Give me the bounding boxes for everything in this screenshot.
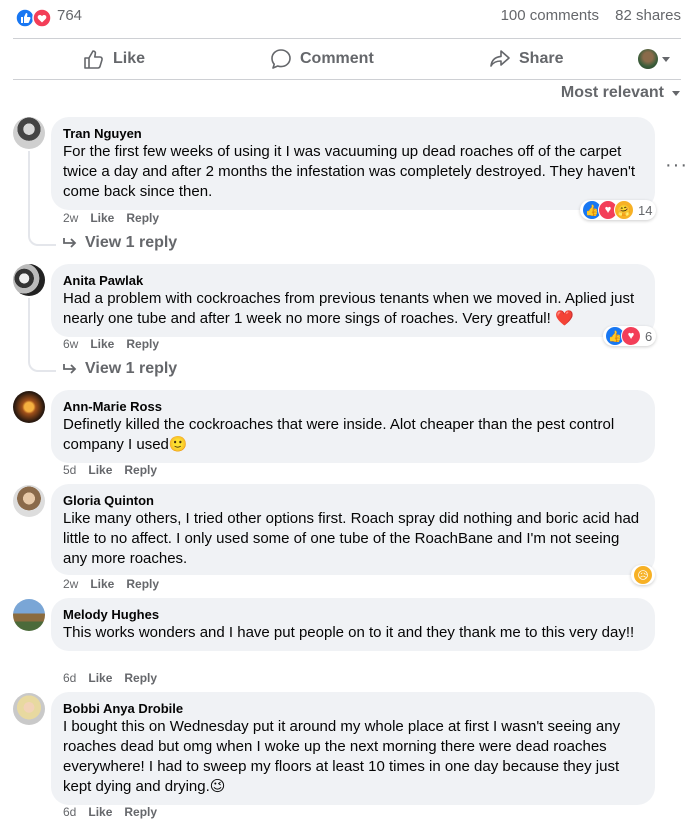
comment-reply-button[interactable]: Reply — [124, 671, 157, 685]
comment-reply-button[interactable]: Reply — [124, 805, 157, 819]
care-icon: 🤗 — [614, 200, 634, 220]
comment-text: Like many others, I tried other options … — [63, 510, 640, 567]
sort-label: Most relevant — [560, 84, 664, 101]
comment-like-button[interactable]: Like — [88, 671, 112, 685]
like-button[interactable]: Like — [83, 39, 145, 79]
thumbs-up-icon — [84, 50, 103, 69]
comments-count[interactable]: 100 comments — [501, 7, 599, 24]
comment-time[interactable]: 6d — [63, 671, 76, 685]
post-actions: Like Comment Share — [13, 39, 681, 79]
thread-line — [28, 151, 30, 230]
reaction-count[interactable]: 764 — [57, 7, 82, 24]
thread-connector — [28, 356, 56, 372]
comment-text: I bought this on Wednesday put it around… — [63, 718, 621, 795]
comment-reply-button[interactable]: Reply — [124, 463, 157, 477]
comment-bubble: Tran Nguyen For the first few weeks of u… — [51, 117, 655, 210]
comment-author[interactable]: Tran Nguyen — [63, 125, 643, 142]
view-replies-button[interactable]: View 1 reply — [63, 234, 177, 252]
sort-dropdown[interactable]: Most relevant — [561, 84, 680, 102]
comment-text: For the first few weeks of using it I wa… — [63, 143, 636, 200]
comment-time[interactable]: 6d — [63, 805, 76, 819]
comment-reply-button[interactable]: Reply — [126, 211, 159, 225]
comment-time[interactable]: 2w — [63, 577, 78, 591]
thread-line — [28, 298, 30, 356]
comment-reactions[interactable]: 👍 ♥ 6 — [603, 326, 657, 346]
comment-like-button[interactable]: Like — [90, 337, 114, 351]
chevron-down-icon — [672, 90, 680, 96]
more-options-icon[interactable]: ··· — [665, 154, 688, 177]
comment-author[interactable]: Melody Hughes — [63, 606, 643, 623]
comment-meta: 5d Like Reply — [63, 463, 169, 477]
reaction-count: 14 — [638, 202, 653, 218]
comment-text: Definetly killed the cockroaches that we… — [63, 416, 615, 453]
post-stats-bar: 764 100 comments 82 shares — [0, 0, 695, 36]
comment-label: Comment — [300, 50, 374, 67]
reaction-icons[interactable] — [15, 8, 53, 28]
comment-bubble: Anita Pawlak Had a problem with cockroac… — [51, 264, 655, 337]
avatar — [638, 49, 658, 69]
share-label: Share — [519, 50, 564, 67]
reply-arrow-icon — [63, 238, 77, 248]
comment-bubble: Ann-Marie Ross Definetly killed the cock… — [51, 390, 655, 463]
comment-text: This works wonders and I have put people… — [63, 624, 635, 641]
avatar[interactable] — [13, 485, 45, 517]
comment-like-button[interactable]: Like — [90, 577, 114, 591]
share-button[interactable]: Share — [489, 39, 563, 79]
view-replies-button[interactable]: View 1 reply — [63, 360, 177, 378]
comment-time[interactable]: 6w — [63, 337, 78, 351]
comment-like-button[interactable]: Like — [88, 805, 112, 819]
thread-connector — [28, 230, 56, 246]
comment-bubble: Bobbi Anya Drobile I bought this on Wedn… — [51, 692, 655, 805]
profile-selector[interactable] — [638, 49, 670, 69]
avatar[interactable] — [13, 391, 45, 423]
comment-bubble: Gloria Quinton Like many others, I tried… — [51, 484, 655, 575]
avatar[interactable] — [13, 693, 45, 725]
comment-author[interactable]: Anita Pawlak — [63, 272, 643, 289]
avatar[interactable] — [13, 264, 45, 296]
comment-reactions[interactable]: 👍 ♥ 🤗 14 — [580, 200, 657, 220]
comment-meta: 6d Like Reply — [63, 805, 169, 819]
comment-meta: 2w Like Reply — [63, 211, 171, 225]
comment-reply-button[interactable]: Reply — [126, 577, 159, 591]
share-icon — [490, 50, 510, 67]
love-icon: ♥ — [621, 326, 641, 346]
comment-like-button[interactable]: Like — [88, 463, 112, 477]
comment-meta: 6d Like Reply — [63, 671, 169, 685]
comment-reply-button[interactable]: Reply — [126, 337, 159, 351]
chevron-down-icon — [662, 56, 670, 62]
view-replies-label: View 1 reply — [85, 234, 178, 251]
comment-meta: 2w Like Reply — [63, 577, 171, 591]
shares-count[interactable]: 82 shares — [615, 7, 681, 24]
comment-bubble: Melody Hughes This works wonders and I h… — [51, 598, 655, 651]
comment-time[interactable]: 2w — [63, 211, 78, 225]
reply-arrow-icon — [63, 364, 77, 374]
comment-reactions[interactable]: 😥 — [631, 565, 655, 585]
comment-icon — [271, 49, 291, 69]
avatar[interactable] — [13, 117, 45, 149]
reaction-count: 6 — [645, 328, 653, 344]
comment-time[interactable]: 5d — [63, 463, 76, 477]
sad-icon: 😥 — [633, 565, 653, 585]
comment-text: Had a problem with cockroaches from prev… — [63, 290, 635, 327]
comment-author[interactable]: Gloria Quinton — [63, 492, 643, 509]
divider — [13, 79, 681, 80]
post-stats: 100 comments 82 shares — [489, 7, 681, 24]
comment-author[interactable]: Bobbi Anya Drobile — [63, 700, 643, 717]
avatar[interactable] — [13, 599, 45, 631]
view-replies-label: View 1 reply — [85, 360, 178, 377]
like-label: Like — [113, 50, 146, 67]
comment-meta: 6w Like Reply — [63, 337, 171, 351]
comment-button[interactable]: Comment — [270, 39, 374, 79]
comment-like-button[interactable]: Like — [90, 211, 114, 225]
comment-author[interactable]: Ann-Marie Ross — [63, 398, 643, 415]
